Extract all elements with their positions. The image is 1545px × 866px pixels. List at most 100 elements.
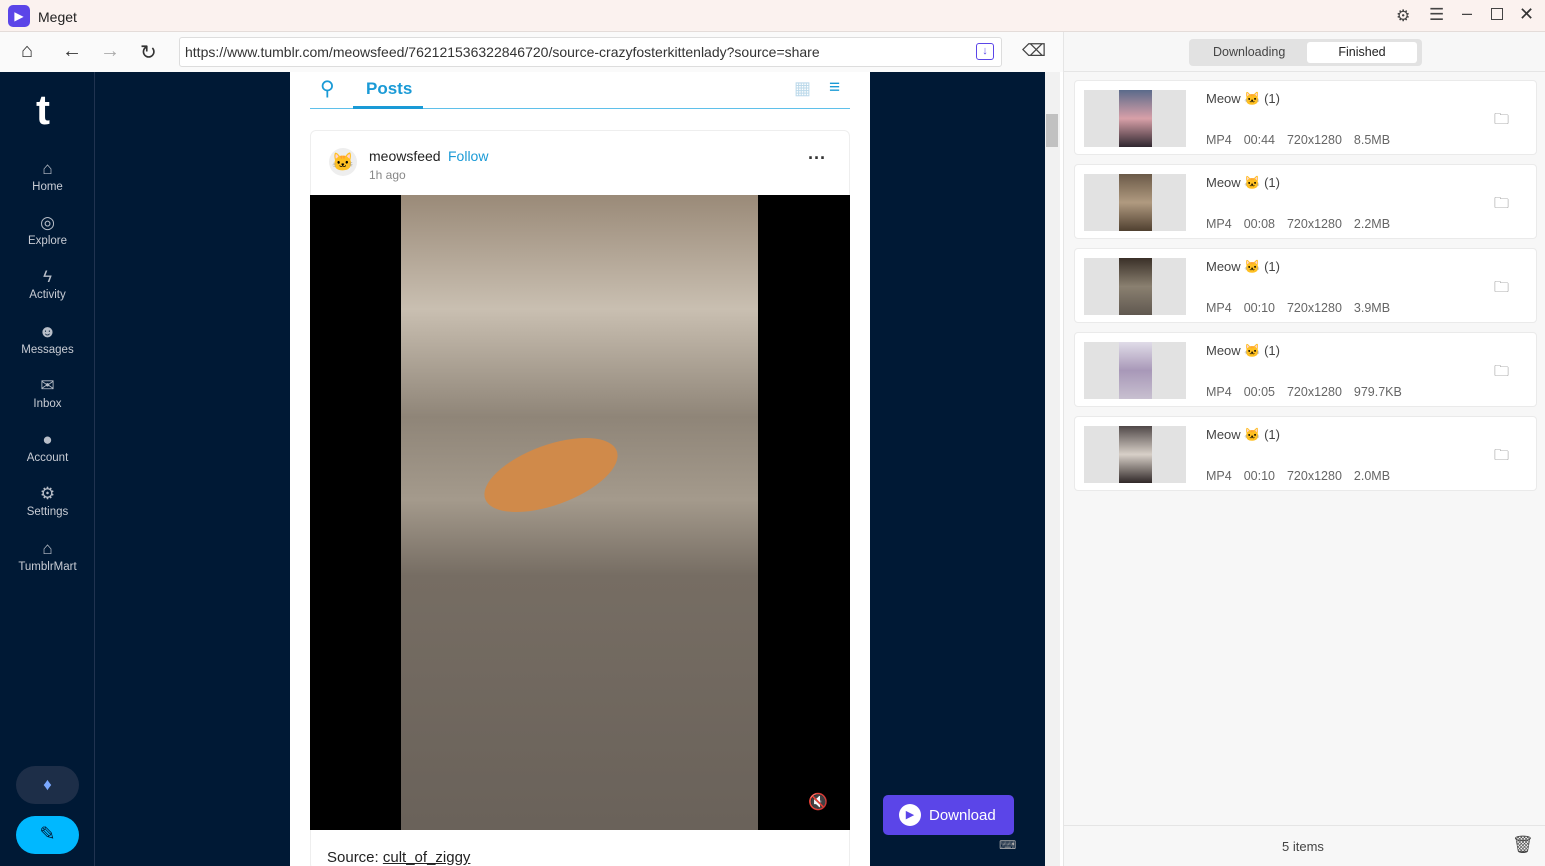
settings-icon[interactable]: ⚙ <box>1396 6 1410 26</box>
active-tab-indicator <box>353 106 423 109</box>
nav-explore[interactable]: ◎ Explore <box>0 213 95 247</box>
tab-finished-label: Finished <box>1338 45 1386 59</box>
download-item[interactable]: Meow 🐱 (1) MP4 00:10 720x1280 3.9MB 🗀 <box>1074 248 1537 323</box>
items-count: 5 items <box>1282 839 1324 854</box>
list-view-icon[interactable]: ≡ <box>829 77 840 99</box>
post-source: Source: cult_of_ziggy <box>327 849 470 866</box>
post-author[interactable]: meowsfeed <box>369 148 441 164</box>
item-size: 3.9MB <box>1353 301 1391 315</box>
nav-inbox[interactable]: ✉ Inbox <box>0 376 95 410</box>
nav-label: Explore <box>28 235 67 247</box>
maximize-button[interactable] <box>1491 8 1503 20</box>
nav-activity[interactable]: ϟ Activity <box>0 267 95 301</box>
app-logo-icon: ▶ <box>8 5 30 27</box>
mute-icon[interactable]: 🔇 <box>808 792 828 812</box>
diamond-icon: ♦ <box>43 775 52 794</box>
video-thumbnail[interactable] <box>1084 342 1186 399</box>
item-meta: MP4 00:08 720x1280 2.2MB <box>1206 217 1402 231</box>
url-input[interactable]: https://www.tumblr.com/meowsfeed/7621215… <box>179 37 1002 67</box>
tab-downloading[interactable]: Downloading <box>1213 45 1285 59</box>
item-meta: MP4 00:05 720x1280 979.7KB <box>1206 385 1414 399</box>
item-size: 2.0MB <box>1353 469 1391 483</box>
keyboard-icon[interactable]: ⌨ <box>999 838 1016 852</box>
item-resolution: 720x1280 <box>1286 385 1342 399</box>
avatar[interactable]: 🐱 <box>329 148 357 176</box>
download-button[interactable]: ▶ Download <box>883 795 1014 835</box>
trash-icon[interactable]: 🗑 <box>1512 835 1534 855</box>
close-button[interactable]: ✕ <box>1519 4 1534 25</box>
nav-account[interactable]: ● Account <box>0 430 95 464</box>
item-meta: MP4 00:44 720x1280 8.5MB <box>1206 133 1402 147</box>
panel-footer: 5 items 🗑 <box>1064 825 1545 866</box>
download-item[interactable]: Meow 🐱 (1) MP4 00:08 720x1280 2.2MB 🗀 <box>1074 164 1537 239</box>
grid-view-icon[interactable]: ▦ <box>794 78 811 99</box>
scrollbar-thumb[interactable] <box>1046 114 1058 147</box>
download-item[interactable]: Meow 🐱 (1) MP4 00:05 720x1280 979.7KB 🗀 <box>1074 332 1537 407</box>
item-format: MP4 <box>1206 133 1232 147</box>
download-label: Download <box>929 806 996 824</box>
vertical-scrollbar[interactable] <box>1045 72 1060 866</box>
nav-messages[interactable]: ☻ Messages <box>0 322 95 356</box>
downloads-panel: Downloading Finished Meow 🐱 (1) MP4 00:44… <box>1063 32 1545 866</box>
smiley-icon: ☻ <box>38 322 57 341</box>
clean-icon[interactable]: ⌫ <box>1022 41 1046 61</box>
item-resolution: 720x1280 <box>1286 217 1342 231</box>
search-icon[interactable]: ⚲ <box>320 76 335 101</box>
person-icon: ● <box>42 430 53 449</box>
open-folder-icon[interactable]: 🗀 <box>1494 277 1509 302</box>
tumblr-sidebar: t ⌂ Home ◎ Explore ϟ Activity ☻ Messages ✉ In… <box>0 72 95 866</box>
tumblr-logo[interactable]: t <box>36 86 50 134</box>
store-icon: ⌂ <box>42 539 53 558</box>
minimize-button[interactable]: – <box>1462 3 1472 24</box>
reload-button[interactable]: ↻ <box>140 40 157 65</box>
item-resolution: 720x1280 <box>1286 301 1342 315</box>
download-item[interactable]: Meow 🐱 (1) MP4 00:10 720x1280 2.0MB 🗀 <box>1074 416 1537 491</box>
open-folder-icon[interactable]: 🗀 <box>1494 361 1509 386</box>
more-options-icon[interactable]: ··· <box>808 148 826 169</box>
item-meta: MP4 00:10 720x1280 2.0MB <box>1206 469 1402 483</box>
nav-label: TumblrMart <box>18 561 77 573</box>
title-bar: ▶ Meget ⚙ ☰ – ✕ <box>0 0 1545 32</box>
item-format: MP4 <box>1206 301 1232 315</box>
item-title: Meow 🐱 (1) <box>1206 343 1280 358</box>
download-item[interactable]: Meow 🐱 (1) MP4 00:44 720x1280 8.5MB 🗀 <box>1074 80 1537 155</box>
source-link[interactable]: cult_of_ziggy <box>383 849 471 866</box>
item-resolution: 720x1280 <box>1286 469 1342 483</box>
video-thumbnail[interactable] <box>1084 426 1186 483</box>
tab-finished[interactable]: Finished <box>1307 42 1417 63</box>
bolt-icon: ϟ <box>43 267 52 286</box>
nav-label: Settings <box>26 506 69 518</box>
open-folder-icon[interactable]: 🗀 <box>1494 109 1509 134</box>
nav-label: Inbox <box>33 398 62 410</box>
video-thumbnail[interactable] <box>1084 174 1186 231</box>
item-format: MP4 <box>1206 217 1232 231</box>
item-format: MP4 <box>1206 469 1232 483</box>
item-title: Meow 🐱 (1) <box>1206 427 1280 442</box>
divider <box>1064 71 1545 72</box>
item-title: Meow 🐱 (1) <box>1206 259 1280 274</box>
back-button[interactable]: ← <box>62 40 82 63</box>
forward-button[interactable]: → <box>100 40 120 63</box>
nav-tumblrmart[interactable]: ⌂ TumblrMart <box>0 539 95 573</box>
download-page-icon[interactable]: ↓ <box>976 43 994 60</box>
video-thumbnail[interactable] <box>1084 90 1186 147</box>
menu-icon[interactable]: ☰ <box>1429 5 1444 25</box>
compass-icon: ◎ <box>40 213 55 232</box>
gear-icon: ⚙ <box>39 484 56 503</box>
open-folder-icon[interactable]: 🗀 <box>1494 193 1509 218</box>
follow-link[interactable]: Follow <box>448 148 488 164</box>
nav-label: Messages <box>21 344 74 356</box>
item-title: Meow 🐱 (1) <box>1206 175 1280 190</box>
video-thumbnail[interactable] <box>1084 258 1186 315</box>
item-size: 8.5MB <box>1353 133 1391 147</box>
compose-button[interactable]: ✎ <box>16 816 79 854</box>
tab-posts[interactable]: Posts <box>366 79 412 99</box>
nav-settings[interactable]: ⚙ Settings <box>0 484 95 518</box>
home-button[interactable]: ⌂ <box>21 40 33 63</box>
app-title: Meget <box>38 9 77 25</box>
open-folder-icon[interactable]: 🗀 <box>1494 445 1509 470</box>
premium-button[interactable]: ♦ <box>16 766 79 804</box>
nav-home[interactable]: ⌂ Home <box>0 159 95 193</box>
item-title: Meow 🐱 (1) <box>1206 91 1280 106</box>
video-player[interactable]: 🔇 <box>310 195 850 830</box>
